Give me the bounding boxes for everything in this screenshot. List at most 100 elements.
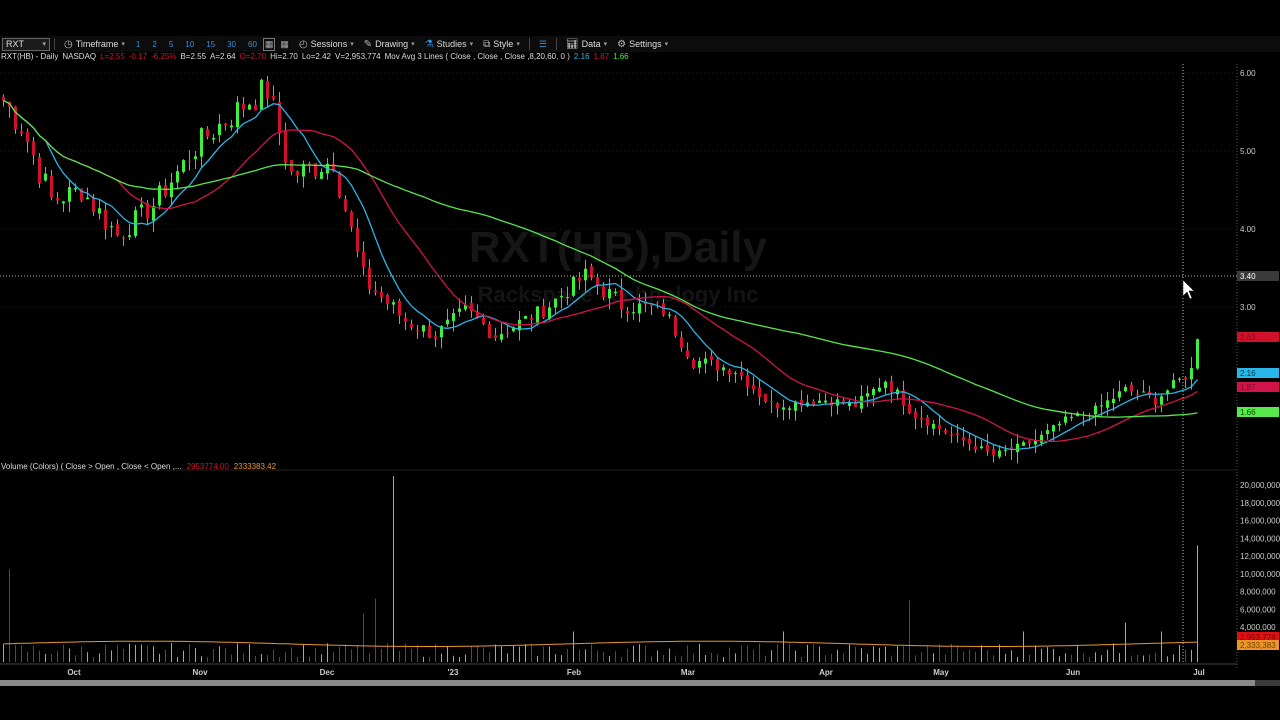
ma8-line xyxy=(3,100,1198,451)
candle-body xyxy=(1106,400,1109,408)
candle-body xyxy=(1058,423,1061,426)
candle-body xyxy=(32,141,35,156)
candle xyxy=(26,128,29,153)
candle xyxy=(176,165,179,190)
candle-body xyxy=(242,103,245,110)
candle-body xyxy=(818,400,821,403)
candle xyxy=(1004,445,1007,457)
candle-body xyxy=(908,403,911,413)
candle xyxy=(872,387,875,407)
candle xyxy=(446,308,449,327)
candle-body xyxy=(446,319,449,325)
candle xyxy=(518,311,521,341)
candle xyxy=(896,387,899,401)
candle xyxy=(338,171,341,199)
candle xyxy=(524,315,527,320)
candle xyxy=(680,331,683,352)
candle-body xyxy=(254,104,257,111)
volume-tick: 6,000,000 xyxy=(1240,605,1276,614)
price-tick: 5.00 xyxy=(1240,147,1256,156)
candle-body xyxy=(350,211,353,227)
x-axis-label: May xyxy=(933,668,949,677)
candle xyxy=(1118,380,1121,402)
candle-body xyxy=(392,302,395,305)
candle xyxy=(650,303,653,315)
candle-body xyxy=(974,446,977,450)
candle-body xyxy=(572,276,575,296)
candle-body xyxy=(1178,378,1181,380)
price-chart[interactable]: RXT(HB),Daily Rackspace Technology Inc 6… xyxy=(0,0,1280,690)
volume-value: 2953774.00 xyxy=(186,462,229,471)
candle-body xyxy=(164,185,167,197)
candle-body xyxy=(506,332,509,334)
candle-body xyxy=(998,450,1001,457)
candle xyxy=(848,399,851,411)
mouse-cursor-icon xyxy=(1182,279,1195,300)
candle xyxy=(356,218,359,258)
candle-body xyxy=(920,417,923,420)
candle xyxy=(254,99,257,111)
candle-body xyxy=(224,123,227,126)
volume-study-header: Volume (Colors) ( Close > Open , Close <… xyxy=(1,462,276,471)
candle-body xyxy=(128,235,131,237)
candle xyxy=(410,319,413,331)
candle xyxy=(824,393,827,404)
volume-tick: 4,000,000 xyxy=(1240,623,1276,632)
candle xyxy=(878,377,881,393)
candle xyxy=(866,385,869,407)
candle-body xyxy=(56,198,59,201)
candle-body xyxy=(38,157,41,184)
candle xyxy=(716,357,719,382)
candle xyxy=(230,119,233,131)
candle-body xyxy=(632,312,635,314)
candle-body xyxy=(740,371,743,377)
candle-body xyxy=(116,224,119,236)
candle xyxy=(854,396,857,407)
scrollbar-thumb[interactable] xyxy=(0,680,1255,686)
candle xyxy=(218,114,221,143)
candle-body xyxy=(554,298,557,308)
candle-body xyxy=(686,350,689,358)
candle xyxy=(794,400,797,421)
crosshair-price-label: 3.40 xyxy=(1240,272,1256,281)
candle-body xyxy=(872,388,875,395)
volume-tick: 18,000,000 xyxy=(1240,499,1280,508)
horizontal-scrollbar[interactable] xyxy=(0,680,1280,686)
last-price-label: 2.63 xyxy=(1240,333,1256,342)
candle-body xyxy=(890,380,893,393)
candle xyxy=(134,206,137,238)
x-axis-label: Jul xyxy=(1193,668,1205,677)
candle-body xyxy=(422,325,425,332)
candle-body xyxy=(1028,440,1031,444)
candle xyxy=(734,370,737,383)
candle-body xyxy=(1160,396,1163,405)
candle-body xyxy=(566,297,569,299)
candle-body xyxy=(626,311,629,314)
candle xyxy=(224,122,227,131)
candle xyxy=(698,357,701,374)
candle-body xyxy=(92,197,95,212)
candle xyxy=(344,195,347,212)
candle-body xyxy=(968,438,971,445)
candle xyxy=(398,298,401,324)
candle xyxy=(1136,389,1139,401)
candle-body xyxy=(1130,384,1133,392)
candle xyxy=(914,408,917,430)
candle-body xyxy=(488,324,491,339)
candle-body xyxy=(494,335,497,339)
candle xyxy=(746,368,749,397)
candle-body xyxy=(230,125,233,128)
candle-body xyxy=(134,210,137,237)
candle-body xyxy=(854,403,857,407)
candle xyxy=(1196,338,1199,370)
candle-body xyxy=(1172,380,1175,389)
candle-body xyxy=(290,160,293,172)
candle xyxy=(278,91,281,146)
candle xyxy=(704,351,707,374)
candle xyxy=(206,126,209,140)
candle-body xyxy=(398,300,401,316)
candle xyxy=(440,325,443,349)
candle-body xyxy=(1184,377,1187,380)
candle xyxy=(986,433,989,456)
candle xyxy=(194,151,197,170)
